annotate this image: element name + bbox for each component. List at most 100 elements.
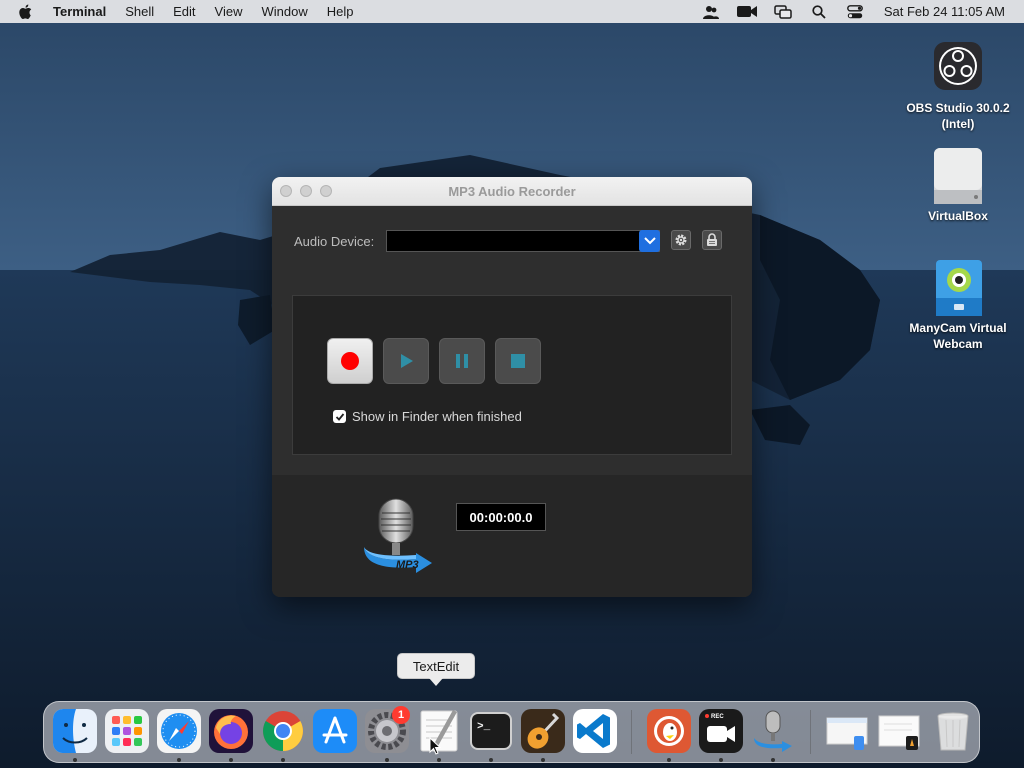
vscode-icon [573,709,617,753]
manycam-icon [930,258,986,316]
running-indicator [73,758,77,762]
show-in-finder-checkbox[interactable]: Show in Finder when finished [333,409,522,424]
running-indicator [385,758,389,762]
dock-screen-recorder[interactable]: REC [698,708,744,754]
play-button[interactable] [383,338,429,384]
running-indicator [229,758,233,762]
mp3-recorder-window: MP3 Audio Recorder Audio Device: Show in… [272,177,752,597]
dock-tooltip-tail [429,678,443,686]
dock-safari[interactable] [156,708,202,754]
audio-device-row: Audio Device: [272,206,752,266]
running-indicator [541,758,545,762]
mouse-cursor-icon [429,737,441,755]
stop-button[interactable] [495,338,541,384]
desktop-icon-virtualbox[interactable]: VirtualBox [898,146,1018,224]
dock-app-store[interactable] [312,708,358,754]
menu-clock[interactable]: Sat Feb 24 11:05 AM [884,4,1005,19]
status-area [272,475,752,597]
window-title: MP3 Audio Recorder [448,184,576,199]
downloads-stack-icon [826,717,868,750]
spotlight-search-icon[interactable] [808,4,830,20]
desktop-icon-label: ManyCam Virtual Webcam [909,321,1007,351]
dock: 1 >_ REC [43,701,980,763]
running-indicator [437,758,441,762]
menu-edit[interactable]: Edit [173,4,195,19]
mp3-recorder-icon [754,710,792,752]
screen-recorder-icon: REC [699,709,743,753]
dock-finder[interactable] [52,708,98,754]
chrome-icon [263,711,303,751]
stop-icon [511,354,525,368]
obs-studio-icon [930,38,986,94]
finder-icon [53,709,97,753]
dock-chrome[interactable] [260,708,306,754]
garageband-icon [521,709,565,753]
dock-trash[interactable] [930,708,976,754]
screen-mirroring-icon[interactable] [772,4,794,20]
lock-button[interactable] [702,230,722,250]
user-switch-icon[interactable] [700,4,722,20]
running-indicator [771,758,775,762]
dock-tooltip: TextEdit [397,653,475,679]
trash-icon [937,712,969,751]
menu-bar: Terminal Shell Edit View Window Help Sat… [0,0,1024,23]
mp3-microphone-logo: MP3 [360,495,436,575]
pause-icon [456,354,468,368]
recorder-controls-panel: Show in Finder when finished [292,295,732,455]
pause-button[interactable] [439,338,485,384]
rec-label: REC [711,714,724,720]
desktop-icon-label: VirtualBox [928,209,988,223]
dock-mp3-recorder[interactable] [750,708,796,754]
dock-separator [810,710,811,754]
app-store-icon [313,709,357,753]
terminal-prompt-text: >_ [477,721,491,733]
documents-stack-icon [878,715,920,750]
audio-device-select[interactable] [386,230,660,252]
dock-duckduckgo[interactable] [646,708,692,754]
play-icon [401,354,413,368]
dock-garageband[interactable] [520,708,566,754]
dock-firefox[interactable] [208,708,254,754]
menu-help[interactable]: Help [327,4,354,19]
safari-icon [157,709,201,753]
show-in-finder-label: Show in Finder when finished [352,409,522,424]
checkbox-checked-icon[interactable] [333,410,346,423]
duckduckgo-icon [647,709,691,753]
chevron-down-icon[interactable] [639,230,660,252]
dock-vscode[interactable] [572,708,618,754]
facetime-camera-icon[interactable] [736,4,758,20]
menu-shell[interactable]: Shell [125,4,154,19]
menu-view[interactable]: View [215,4,243,19]
window-titlebar[interactable]: MP3 Audio Recorder [272,177,752,206]
menu-app-name[interactable]: Terminal [53,4,106,19]
terminal-icon: >_ [470,712,512,750]
record-button[interactable] [327,338,373,384]
running-indicator [667,758,671,762]
gear-icon [675,234,687,246]
audio-device-label: Audio Device: [294,234,375,249]
desktop-icon-label: OBS Studio 30.0.2 (Intel) [906,101,1010,131]
settings-button[interactable] [671,230,691,250]
notification-badge: 1 [392,706,410,724]
recording-timer: 00:00:00.0 [456,503,546,531]
dock-system-preferences[interactable]: 1 [364,706,410,754]
lock-icon [707,233,717,246]
dock-separator [631,710,632,754]
desktop-icon-obs[interactable]: OBS Studio 30.0.2 (Intel) [898,38,1018,132]
dock-terminal[interactable]: >_ [468,708,514,754]
mp3-logo-text: MP3 [396,559,419,571]
dock-documents-stack[interactable] [876,708,922,754]
dock-launchpad[interactable] [104,708,150,754]
running-indicator [719,758,723,762]
record-icon [341,352,359,370]
desktop-icon-manycam[interactable]: ManyCam Virtual Webcam [898,258,1018,352]
running-indicator [281,758,285,762]
menu-window[interactable]: Window [262,4,308,19]
running-indicator [489,758,493,762]
drive-icon [930,146,986,204]
control-center-icon[interactable] [844,4,866,20]
running-indicator [177,758,181,762]
apple-menu-icon[interactable] [18,4,36,20]
dock-downloads-stack[interactable] [824,708,870,754]
firefox-icon [209,709,253,753]
